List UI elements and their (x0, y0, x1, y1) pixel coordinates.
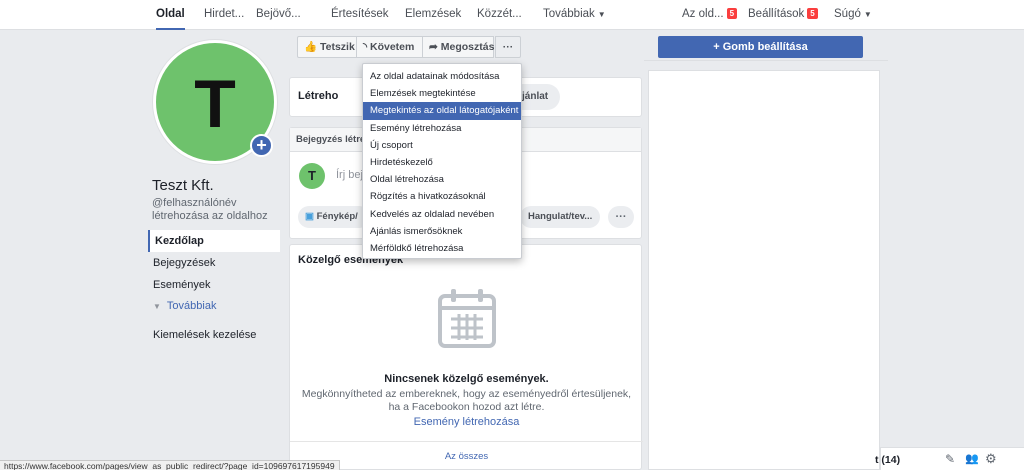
photo-label: Fénykép/ (316, 211, 358, 222)
page-title: Teszt Kft. (152, 177, 214, 194)
tab-more[interactable]: Továbbiak ▼ (543, 0, 606, 30)
tab-settings[interactable]: Beállítások 5 (748, 0, 818, 30)
menu-item-invite-friends[interactable]: Ajánlás ismerősöknek (363, 223, 521, 240)
divider (290, 441, 643, 442)
menu-item-create-event[interactable]: Esemény létrehozása (363, 120, 521, 137)
empty-state-text: ha a Facebookon hozod azt létre. (388, 401, 545, 413)
menu-item-ads-manager[interactable]: Hirdetéskezelő (363, 154, 521, 171)
more-options-button[interactable]: ··· (495, 36, 521, 58)
calendar-icon (438, 289, 496, 348)
chat-label: t (14) (875, 454, 901, 466)
menu-item-create-milestone[interactable]: Mérföldkő létrehozása (363, 240, 521, 257)
menu-item-view-as-visitor[interactable]: Megtekintés az oldal látogatójaként (363, 102, 521, 120)
notification-badge: 5 (726, 8, 738, 19)
share-button[interactable]: ➦ Megosztás (422, 36, 494, 58)
sidebar-item-home[interactable]: Kezdőlap (148, 230, 280, 252)
sidebar-item-more[interactable]: ▼ Továbbiak (148, 295, 280, 317)
tab-more-label: Továbbiak (543, 8, 595, 20)
create-event-link[interactable]: Esemény létrehozása (290, 416, 643, 428)
manage-highlights-link[interactable]: Kiemelések kezelése (148, 324, 280, 346)
photo-icon: ▣ (305, 211, 314, 222)
avatar: T (299, 163, 325, 189)
feeling-activity-chip[interactable]: Hangulat/tev... (520, 206, 600, 228)
status-bar-url: https://www.facebook.com/pages/view_as_p… (0, 460, 340, 470)
tab-insights[interactable]: Elemzések (405, 0, 461, 30)
tab-inbox[interactable]: Bejövő... (256, 0, 301, 30)
tab-ads[interactable]: Hirdet... (204, 0, 244, 30)
post-card-title: Bejegyzés létreh (296, 134, 371, 145)
group-chat-icon[interactable]: 👥 (965, 452, 979, 465)
tab-publishing[interactable]: Közzét... (477, 0, 522, 30)
create-username-link[interactable]: @felhasználónév létrehozása az oldalhoz (152, 197, 287, 223)
like-label: Tetszik (320, 41, 355, 53)
rss-icon: ◝ (363, 41, 368, 53)
gear-icon[interactable]: ⚙ (985, 451, 997, 467)
add-button-cta[interactable]: + Gomb beállítása (658, 36, 863, 58)
tab-page[interactable]: Oldal (156, 0, 185, 30)
avatar-initial: T (194, 66, 236, 142)
create-label: Létreho (298, 90, 339, 102)
tab-help[interactable]: Súgó ▼ (834, 0, 872, 30)
more-options-button[interactable]: ··· (608, 206, 634, 228)
upcoming-events-card: Közelgő események Nincsenek közelgő esem… (289, 244, 643, 470)
top-navigation-bar: Oldal Hirdet... Bejövő... Értesítések El… (0, 0, 1024, 30)
sidebar-item-posts[interactable]: Bejegyzések (148, 252, 280, 274)
chat-bar[interactable]: t (14) ✎ 👥 ⚙ (875, 447, 1024, 470)
sidebar-item-events[interactable]: Események (148, 274, 280, 296)
caret-down-icon: ▼ (597, 10, 606, 19)
see-all-link[interactable]: Az összes (290, 451, 643, 462)
photo-video-chip[interactable]: ▣ Fénykép/ (298, 206, 370, 228)
page-roles-label: Az old... (682, 8, 724, 20)
share-label: Megosztás (440, 41, 495, 53)
add-photo-icon[interactable]: + (250, 134, 273, 157)
menu-item-pin-to-shortcuts[interactable]: Rögzítés a hivatkozásoknál (363, 188, 521, 205)
menu-item-create-page[interactable]: Oldal létrehozása (363, 171, 521, 188)
menu-item-edit-page-info[interactable]: Az oldal adatainak módosítása (363, 68, 521, 85)
settings-label: Beállítások (748, 8, 805, 20)
thumbs-up-icon: 👍 (304, 41, 318, 53)
tab-page-roles[interactable]: Az old... 5 (682, 0, 738, 30)
empty-state-text: Megkönnyítheted az embereknek, hogy az e… (301, 388, 632, 400)
follow-button[interactable]: ◝ Követem (356, 36, 423, 58)
triangle-down-icon: ▼ (153, 302, 161, 311)
share-arrow-icon: ➦ (429, 41, 438, 53)
more-options-menu: Az oldal adatainak módosítása Elemzések … (362, 63, 522, 259)
divider (644, 60, 888, 61)
menu-item-new-group[interactable]: Új csoport (363, 137, 521, 154)
help-label: Súgó (834, 8, 861, 20)
empty-state-title: Nincsenek közelgő események. (384, 373, 549, 385)
compose-icon[interactable]: ✎ (945, 452, 955, 466)
right-column-panel (648, 70, 880, 470)
like-button[interactable]: 👍 Tetszik (297, 36, 357, 58)
tab-notifications[interactable]: Értesítések (331, 0, 389, 30)
menu-item-view-insights[interactable]: Elemzések megtekintése (363, 85, 521, 102)
follow-label: Követem (370, 41, 415, 53)
sidebar-more-label: Továbbiak (166, 300, 217, 312)
menu-item-like-as-page[interactable]: Kedvelés az oldalad nevében (363, 206, 521, 223)
caret-down-icon: ▼ (863, 10, 872, 19)
notification-badge: 5 (807, 8, 818, 19)
